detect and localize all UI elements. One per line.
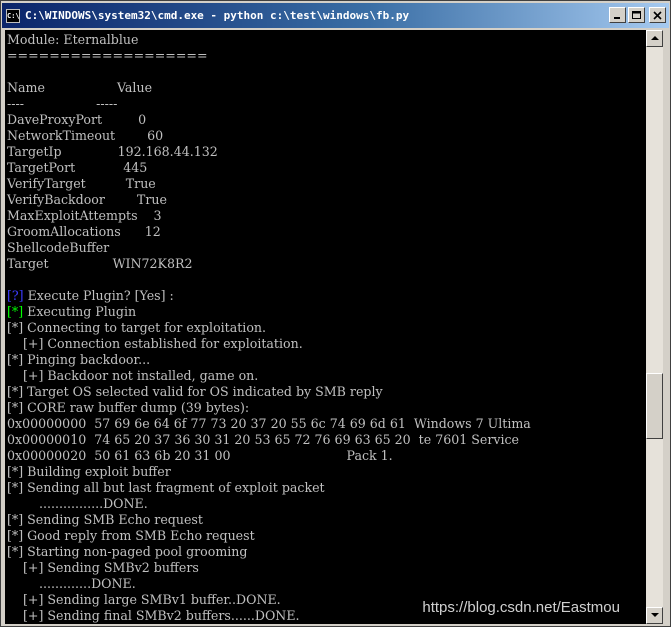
console-line: .............DONE. bbox=[7, 576, 136, 592]
console-text: GroomAllocations 12 bbox=[7, 224, 161, 239]
cmd-app-icon[interactable]: C:\ bbox=[6, 8, 20, 23]
console-line: [*] CORE raw buffer dump (39 bytes): bbox=[7, 400, 249, 416]
console-text: 0x00000000 57 69 6e 64 6f 77 73 20 37 20… bbox=[7, 416, 531, 431]
console-line: [*] Sending all but last fragment of exp… bbox=[7, 480, 325, 496]
console-line: [*] Sending SMB Echo request bbox=[7, 512, 203, 528]
console-line: 0x00000020 50 61 63 6b 20 31 00 Pack 1. bbox=[7, 448, 393, 464]
console-text: [*] Pinging backdoor... bbox=[7, 352, 151, 367]
minimize-icon bbox=[614, 17, 620, 19]
console-window: C:\ C:\WINDOWS\system32\cmd.exe - python… bbox=[0, 0, 671, 627]
console-text: ShellcodeBuffer bbox=[7, 240, 110, 255]
console-text: [*] CORE raw buffer dump (39 bytes): bbox=[7, 400, 250, 415]
scroll-down-button[interactable] bbox=[646, 607, 663, 624]
scroll-up-button[interactable] bbox=[646, 30, 663, 47]
console-text: [*] Building exploit buffer bbox=[7, 464, 171, 479]
watermark-text: https://blog.csdn.net/Eastmou bbox=[422, 599, 620, 616]
console-line: GroomAllocations 12 bbox=[7, 224, 161, 240]
console-line: [*] Target OS selected valid for OS indi… bbox=[7, 384, 383, 400]
console-text: [*] Target OS selected valid for OS indi… bbox=[7, 384, 383, 399]
console-text: Execute Plugin? [Yes] : bbox=[23, 288, 174, 303]
console-text: ---- ----- bbox=[7, 96, 118, 111]
console-line: Module: Eternalblue bbox=[7, 32, 138, 48]
console-line: TargetPort 445 bbox=[7, 160, 147, 176]
console-line: VerifyTarget True bbox=[7, 176, 156, 192]
console-text: [+] Backdoor not installed, game on. bbox=[7, 368, 259, 383]
console-text: [*] Sending all but last fragment of exp… bbox=[7, 480, 325, 495]
console-prefix: [?] bbox=[7, 288, 24, 303]
console-line: VerifyBackdoor True bbox=[7, 192, 167, 208]
console-text: [+] Sending SMBv2 buffers bbox=[7, 560, 199, 575]
console-line: 0x00000000 57 69 6e 64 6f 77 73 20 37 20… bbox=[7, 416, 531, 432]
console-text: DaveProxyPort 0 bbox=[7, 112, 147, 127]
window-title: C:\WINDOWS\system32\cmd.exe - python c:\… bbox=[25, 9, 410, 22]
console-text: Target WIN72K8R2 bbox=[7, 256, 193, 271]
scrollbar-thumb[interactable] bbox=[646, 373, 663, 439]
console-text: [+] Connection established for exploitat… bbox=[7, 336, 303, 351]
console-line: ShellcodeBuffer bbox=[7, 240, 109, 256]
console-line: DaveProxyPort 0 bbox=[7, 112, 146, 128]
console-line: [*] Pinging backdoor... bbox=[7, 352, 150, 368]
console-prefix: [*] bbox=[7, 304, 24, 319]
maximize-icon bbox=[632, 11, 641, 19]
console-line: [?] Execute Plugin? [Yes] : bbox=[7, 288, 174, 304]
console-text: [*] Connecting to target for exploitatio… bbox=[7, 320, 267, 335]
console-text: .............DONE. bbox=[7, 576, 136, 591]
console-line: [+] Sending final SMBv2 buffers......DON… bbox=[7, 608, 300, 624]
console-line: [*] Starting non-paged pool grooming bbox=[7, 544, 247, 560]
console-text: Executing Plugin bbox=[23, 304, 137, 319]
console-text: TargetIp 192.168.44.132 bbox=[7, 144, 218, 159]
close-icon bbox=[653, 11, 662, 20]
title-bar[interactable]: C:\ C:\WINDOWS\system32\cmd.exe - python… bbox=[2, 3, 669, 28]
console-line: Target WIN72K8R2 bbox=[7, 256, 192, 272]
console-text: [+] Sending large SMBv1 buffer..DONE. bbox=[7, 592, 281, 607]
console-text: [+] Sending final SMBv2 buffers......DON… bbox=[7, 608, 300, 623]
console-line: [*] Connecting to target for exploitatio… bbox=[7, 320, 266, 336]
console-line: [+] Sending large SMBv1 buffer..DONE. bbox=[7, 592, 281, 608]
vertical-scrollbar[interactable] bbox=[646, 30, 663, 624]
console-line: [*] Executing Plugin bbox=[7, 304, 136, 320]
console-text: VerifyTarget True bbox=[7, 176, 156, 191]
console-line: TargetIp 192.168.44.132 bbox=[7, 144, 218, 160]
console-text: VerifyBackdoor True bbox=[7, 192, 167, 207]
console-text: [*] Sending SMB Echo request bbox=[7, 512, 203, 527]
console-line: [*] Building exploit buffer bbox=[7, 464, 171, 480]
console-text: [*] Good reply from SMB Echo request bbox=[7, 528, 255, 543]
console-text: MaxExploitAttempts 3 bbox=[7, 208, 162, 223]
console-text: Name Value bbox=[7, 80, 153, 95]
arrow-down-icon bbox=[651, 613, 659, 617]
console-line: 0x00000010 74 65 20 37 36 30 31 20 53 65… bbox=[7, 432, 519, 448]
console-text: ................DONE. bbox=[7, 496, 148, 511]
maximize-button[interactable] bbox=[628, 7, 645, 23]
console-line: [*] Good reply from SMB Echo request bbox=[7, 528, 255, 544]
console-line: [+] Sending SMBv2 buffers bbox=[7, 560, 199, 576]
console-output[interactable]: Module: Eternalblue =================== Na… bbox=[5, 30, 646, 624]
console-line: NetworkTimeout 60 bbox=[7, 128, 163, 144]
console-text: NetworkTimeout 60 bbox=[7, 128, 164, 143]
console-text: =================== bbox=[7, 48, 208, 63]
console-line: [+] Backdoor not installed, game on. bbox=[7, 368, 258, 384]
console-line: ................DONE. bbox=[7, 496, 148, 512]
window-controls bbox=[609, 7, 666, 23]
arrow-up-icon bbox=[651, 36, 659, 40]
console-line: MaxExploitAttempts 3 bbox=[7, 208, 162, 224]
close-button[interactable] bbox=[649, 7, 666, 23]
console-line: ---- ----- bbox=[7, 96, 117, 112]
console-line: =================== bbox=[7, 48, 208, 64]
console-text: [*] Starting non-paged pool grooming bbox=[7, 544, 248, 559]
minimize-button[interactable] bbox=[609, 7, 626, 23]
console-text: Module: Eternalblue bbox=[7, 32, 139, 47]
console-text: 0x00000020 50 61 63 6b 20 31 00 Pack 1. bbox=[7, 448, 393, 463]
console-text: TargetPort 445 bbox=[7, 160, 148, 175]
console-text: 0x00000010 74 65 20 37 36 30 31 20 53 65… bbox=[7, 432, 519, 447]
console-line: [+] Connection established for exploitat… bbox=[7, 336, 303, 352]
console-line: Name Value bbox=[7, 80, 152, 96]
